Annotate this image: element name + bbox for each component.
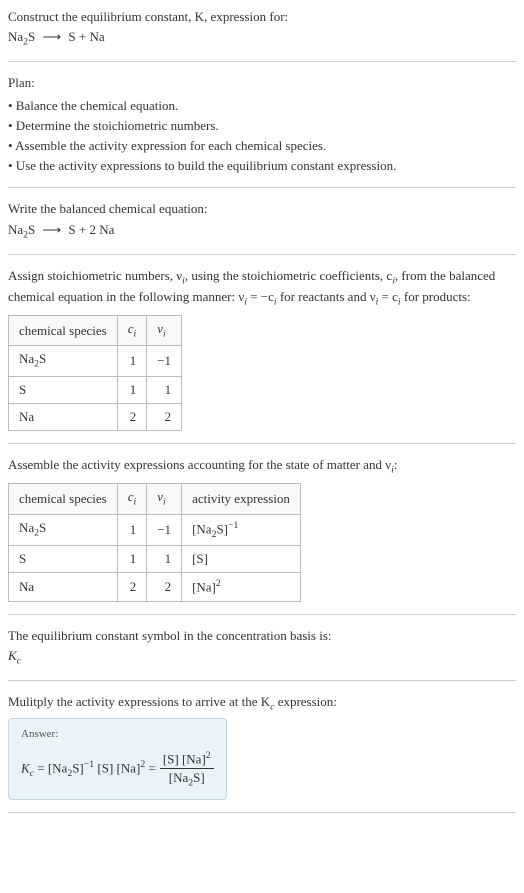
cell-expr: [Na]2 [182, 573, 301, 602]
stoich-section: Assign stoichiometric numbers, νi, using… [8, 267, 516, 444]
balanced-equation: Na2S ⟶ S + 2 Na [8, 221, 516, 242]
answer-formula: Kc = [Na2S]−1 [S] [Na]2 = [S] [Na]2 [Na2… [21, 749, 214, 791]
cell-c: 1 [117, 376, 147, 403]
answer-box: Answer: Kc = [Na2S]−1 [S] [Na]2 = [S] [N… [8, 718, 227, 799]
activity-section: Assemble the activity expressions accoun… [8, 456, 516, 615]
header-species: chemical species [9, 484, 118, 514]
intro-section: Construct the equilibrium constant, K, e… [8, 8, 516, 62]
fraction-denominator: [Na2S] [166, 769, 208, 790]
cell-species: Na [9, 403, 118, 430]
activity-table: chemical species ci νi activity expressi… [8, 483, 301, 602]
table-row: Na2S 1 −1 [9, 346, 182, 376]
balanced-heading: Write the balanced chemical equation: [8, 200, 516, 218]
table-row: S 1 1 [S] [9, 546, 301, 573]
intro-line: Construct the equilibrium constant, K, e… [8, 8, 516, 26]
header-c: ci [117, 484, 147, 514]
symbol-section: The equilibrium constant symbol in the c… [8, 627, 516, 681]
header-v: νi [147, 484, 182, 514]
table-row: Na2S 1 −1 [Na2S]−1 [9, 514, 301, 546]
cell-expr: [Na2S]−1 [182, 514, 301, 546]
plan-section: Plan: • Balance the chemical equation. •… [8, 74, 516, 188]
plan-item: • Assemble the activity expression for e… [8, 137, 516, 155]
answer-label: Answer: [21, 727, 214, 742]
cell-species: Na [9, 573, 118, 602]
cell-species: Na2S [9, 346, 118, 376]
cell-species: S [9, 376, 118, 403]
header-species: chemical species [9, 316, 118, 346]
symbol-line: The equilibrium constant symbol in the c… [8, 627, 516, 645]
table-header-row: chemical species ci νi activity expressi… [9, 484, 301, 514]
cell-v: 1 [147, 376, 182, 403]
header-activity: activity expression [182, 484, 301, 514]
plan-item: • Use the activity expressions to build … [8, 157, 516, 175]
plan-list: • Balance the chemical equation. • Deter… [8, 97, 516, 176]
cell-expr: [S] [182, 546, 301, 573]
cell-c: 2 [117, 573, 147, 602]
table-row: S 1 1 [9, 376, 182, 403]
plan-item: • Determine the stoichiometric numbers. [8, 117, 516, 135]
plan-heading: Plan: [8, 74, 516, 92]
cell-v: 2 [147, 403, 182, 430]
activity-intro: Assemble the activity expressions accoun… [8, 456, 516, 477]
header-v: νi [147, 316, 182, 346]
multiply-line: Mulitply the activity expressions to arr… [8, 693, 516, 714]
cell-c: 2 [117, 403, 147, 430]
cell-species: Na2S [9, 514, 118, 546]
cell-species: S [9, 546, 118, 573]
stoich-intro: Assign stoichiometric numbers, νi, using… [8, 267, 516, 309]
intro-equation: Na2S ⟶ S + Na [8, 28, 516, 49]
cell-v: 1 [147, 546, 182, 573]
table-row: Na 2 2 [Na]2 [9, 573, 301, 602]
fraction-numerator: [S] [Na]2 [160, 749, 214, 770]
cell-c: 1 [117, 514, 147, 546]
table-header-row: chemical species ci νi [9, 316, 182, 346]
fraction: [S] [Na]2 [Na2S] [160, 749, 214, 791]
cell-c: 1 [117, 546, 147, 573]
cell-v: −1 [147, 346, 182, 376]
plan-item: • Balance the chemical equation. [8, 97, 516, 115]
table-row: Na 2 2 [9, 403, 182, 430]
cell-c: 1 [117, 346, 147, 376]
balanced-section: Write the balanced chemical equation: Na… [8, 200, 516, 254]
cell-v: −1 [147, 514, 182, 546]
symbol-value: Kc [8, 647, 516, 668]
cell-v: 2 [147, 573, 182, 602]
stoich-table: chemical species ci νi Na2S 1 −1 S 1 1 N… [8, 315, 182, 431]
header-c: ci [117, 316, 147, 346]
multiply-section: Mulitply the activity expressions to arr… [8, 693, 516, 812]
